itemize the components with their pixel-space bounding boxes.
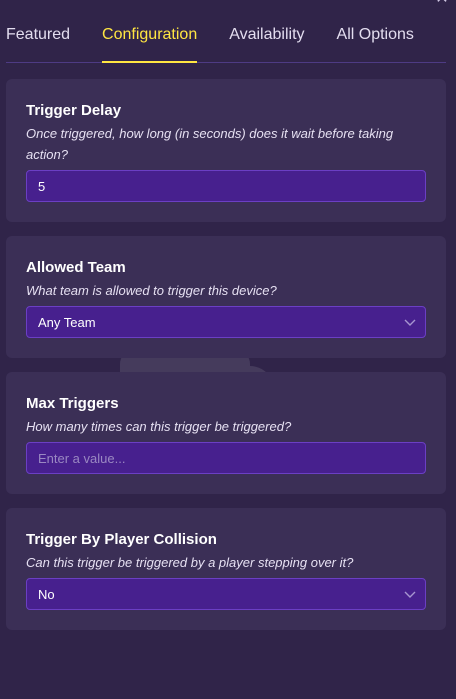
max-triggers-card: Max Triggers How many times can this tri…	[6, 372, 446, 494]
trigger-delay-title: Trigger Delay	[26, 102, 122, 119]
max-triggers-description: How many times can this trigger be trigg…	[26, 419, 292, 434]
tab-configuration[interactable]: Configuration	[102, 0, 198, 63]
trigger-delay-input[interactable]	[26, 170, 426, 202]
player-collision-card: Trigger By Player Collision Can this tri…	[6, 508, 446, 630]
allowed-team-description: What team is allowed to trigger this dev…	[26, 283, 277, 298]
player-collision-select[interactable]: No	[26, 578, 426, 610]
allowed-team-value: Any Team	[38, 314, 96, 330]
allowed-team-card: Allowed Team What team is allowed to tri…	[6, 236, 446, 358]
max-triggers-input[interactable]	[26, 442, 426, 474]
player-collision-title: Trigger By Player Collision	[26, 531, 217, 548]
max-triggers-title: Max Triggers	[26, 395, 119, 412]
trigger-delay-card: Trigger Delay Once triggered, how long (…	[6, 79, 446, 222]
tab-all-options[interactable]: All Options	[337, 0, 414, 62]
chevron-down-icon	[404, 591, 416, 598]
player-collision-value: No	[38, 586, 55, 602]
tab-availability[interactable]: Availability	[229, 0, 304, 62]
tab-featured[interactable]: Featured	[6, 0, 70, 62]
trigger-delay-description: Once triggered, how long (in seconds) do…	[26, 126, 394, 162]
allowed-team-title: Allowed Team	[26, 259, 126, 276]
chevron-down-icon	[404, 319, 416, 326]
allowed-team-select[interactable]: Any Team	[26, 306, 426, 338]
player-collision-description: Can this trigger be triggered by a playe…	[26, 555, 354, 570]
tab-bar: Featured Configuration Availability All …	[6, 0, 446, 63]
